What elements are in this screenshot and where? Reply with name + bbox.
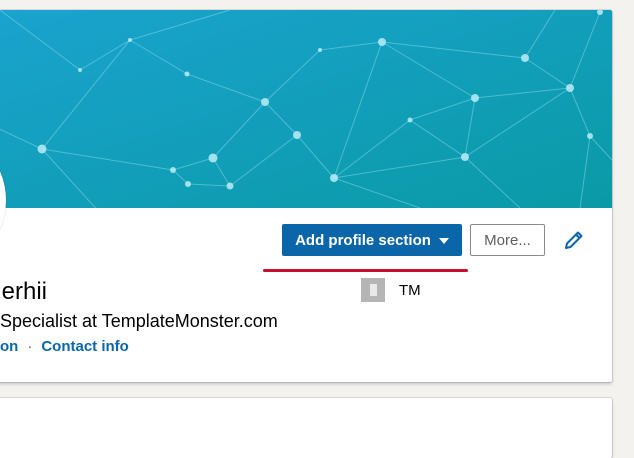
current-company[interactable]: TM bbox=[361, 278, 421, 302]
separator: · bbox=[27, 338, 33, 355]
add-profile-section-label: Add profile section bbox=[295, 231, 431, 249]
add-profile-section-button[interactable]: Add profile section bbox=[282, 224, 462, 256]
annotation-underline bbox=[263, 269, 468, 272]
profile-links: on · Contact info bbox=[0, 338, 129, 355]
location-link[interactable]: on bbox=[0, 338, 18, 355]
profile-headline: Specialist at TemplateMonster.com bbox=[0, 311, 278, 331]
company-name: TM bbox=[399, 281, 421, 299]
building-icon bbox=[361, 278, 385, 302]
contact-info-link[interactable]: Contact info bbox=[41, 338, 129, 355]
more-button[interactable]: More... bbox=[470, 224, 545, 256]
profile-banner bbox=[0, 10, 612, 208]
pencil-icon[interactable] bbox=[562, 228, 586, 252]
profile-name: erhii bbox=[1, 278, 47, 305]
profile-card: Add profile section More... TM erhii Spe… bbox=[0, 10, 612, 382]
next-section-card bbox=[0, 398, 612, 458]
caret-down-icon bbox=[438, 237, 449, 244]
